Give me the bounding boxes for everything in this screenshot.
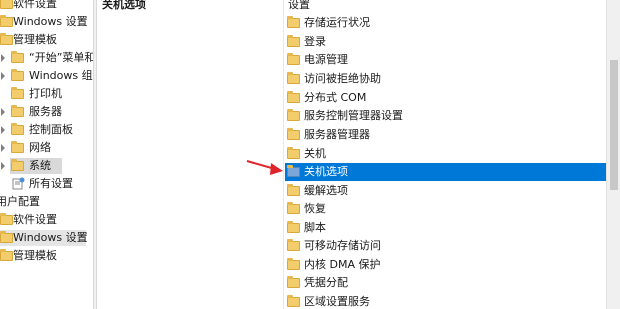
list-item[interactable]: 脚本 [285, 219, 606, 237]
folder-icon [0, 249, 13, 261]
list-item[interactable]: 服务器管理器 [285, 126, 606, 144]
folder-icon [287, 276, 300, 288]
column-header-settings[interactable]: 设置 [288, 0, 310, 12]
expand-arrow-icon[interactable] [1, 108, 5, 116]
folder-icon [287, 35, 300, 47]
folder-icon [287, 16, 300, 28]
tree-item-windows-settings-user[interactable]: Windows 设置 [0, 229, 93, 247]
folder-icon [287, 165, 300, 177]
folder-icon [11, 87, 24, 99]
column-divider [283, 0, 284, 309]
expand-arrow-icon[interactable] [1, 162, 5, 170]
folder-icon [287, 239, 300, 251]
folder-icon [0, 231, 13, 243]
folder-icon [11, 69, 24, 81]
settings-icon [12, 177, 25, 190]
folder-icon [287, 147, 300, 159]
folder-icon [0, 0, 13, 9]
folder-icon [11, 105, 24, 117]
list-item[interactable]: 关机 [285, 145, 606, 163]
list-item[interactable]: 存储运行状况 [285, 14, 606, 32]
folder-icon [287, 91, 300, 103]
list-item[interactable]: 服务控制管理器设置 [285, 107, 606, 125]
folder-icon [287, 53, 300, 65]
list-item[interactable]: 登录 [285, 33, 606, 51]
folder-icon [11, 141, 24, 153]
folder-icon [287, 184, 300, 196]
folder-icon [287, 72, 300, 84]
vertical-scrollbar[interactable] [606, 0, 620, 309]
folder-open-icon [11, 159, 24, 171]
list-item[interactable]: 凭据分配 [285, 274, 606, 292]
details-header: 关机选项 设置 [97, 0, 606, 13]
expand-arrow-icon[interactable] [1, 144, 5, 152]
list-item[interactable]: 缓解选项 [285, 182, 606, 200]
folder-icon [287, 258, 300, 270]
folder-icon [11, 123, 24, 135]
expand-arrow-icon[interactable] [1, 126, 5, 134]
list-item-selected[interactable]: 关机选项 [285, 163, 606, 181]
list-item[interactable]: 内核 DMA 保护 [285, 256, 606, 274]
list-item[interactable]: 恢复 [285, 200, 606, 218]
folder-icon [287, 109, 300, 121]
folder-icon [287, 128, 300, 140]
expand-arrow-icon[interactable] [1, 72, 5, 80]
list-item[interactable]: 分布式 COM [285, 89, 606, 107]
expand-arrow-icon[interactable] [1, 54, 5, 62]
red-pointer-arrow-icon [246, 160, 283, 175]
list-item[interactable]: 访问被拒绝协助 [285, 70, 606, 88]
folder-icon [11, 51, 24, 63]
list-item[interactable]: 可移动存储访问 [285, 237, 606, 255]
policy-title: 关机选项 [102, 0, 146, 11]
tree-pane: 软件设置 Windows 设置 管理模板 “开始”菜单和 Windows 组 打… [0, 0, 93, 309]
details-pane: 关机选项 设置 存储运行状况 登录 电源管理 访问被拒绝协助 分布式 COM 服… [97, 0, 606, 309]
folder-icon [287, 221, 300, 233]
folder-open-icon [0, 33, 13, 45]
folder-icon [0, 15, 13, 27]
list-item[interactable]: 电源管理 [285, 51, 606, 69]
folder-icon [287, 295, 300, 307]
scrollbar-thumb[interactable] [610, 60, 618, 190]
list-item[interactable]: 区域设置服务 [285, 293, 606, 309]
tree-item-system[interactable]: 系统 [0, 157, 93, 175]
folder-icon [0, 213, 13, 225]
folder-icon [287, 202, 300, 214]
